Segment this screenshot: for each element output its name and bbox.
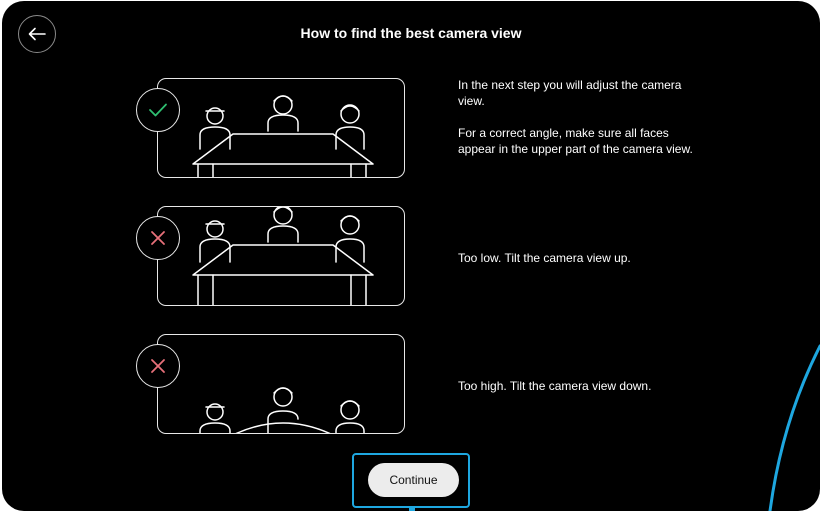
description-paragraph: Too high. Tilt the camera view down. xyxy=(458,379,652,393)
cross-icon xyxy=(151,231,165,245)
step-description-too-low: Too low. Tilt the camera view up. xyxy=(458,250,708,282)
status-badge-too-high xyxy=(136,344,180,388)
correct-view-illustration xyxy=(157,78,405,178)
step-description-correct: In the next step you will adjust the cam… xyxy=(458,77,708,173)
page-title: How to find the best camera view xyxy=(300,25,522,41)
continue-button[interactable]: Continue xyxy=(368,463,459,497)
highlight-callout-line xyxy=(768,344,820,511)
description-paragraph: Too low. Tilt the camera view up. xyxy=(458,251,631,265)
description-paragraph: In the next step you will adjust the cam… xyxy=(458,78,682,108)
step-description-too-high: Too high. Tilt the camera view down. xyxy=(458,378,708,410)
too-high-view-illustration xyxy=(157,334,405,434)
description-paragraph: For a correct angle, make sure all faces… xyxy=(458,126,693,156)
too-low-view-illustration xyxy=(157,206,405,306)
status-badge-too-low xyxy=(136,216,180,260)
camera-guide-screen: How to find the best camera view In the … xyxy=(2,1,820,511)
continue-highlight-pointer xyxy=(409,508,415,511)
status-badge-correct xyxy=(136,88,180,132)
cross-icon xyxy=(151,359,165,373)
checkmark-icon xyxy=(149,103,167,117)
